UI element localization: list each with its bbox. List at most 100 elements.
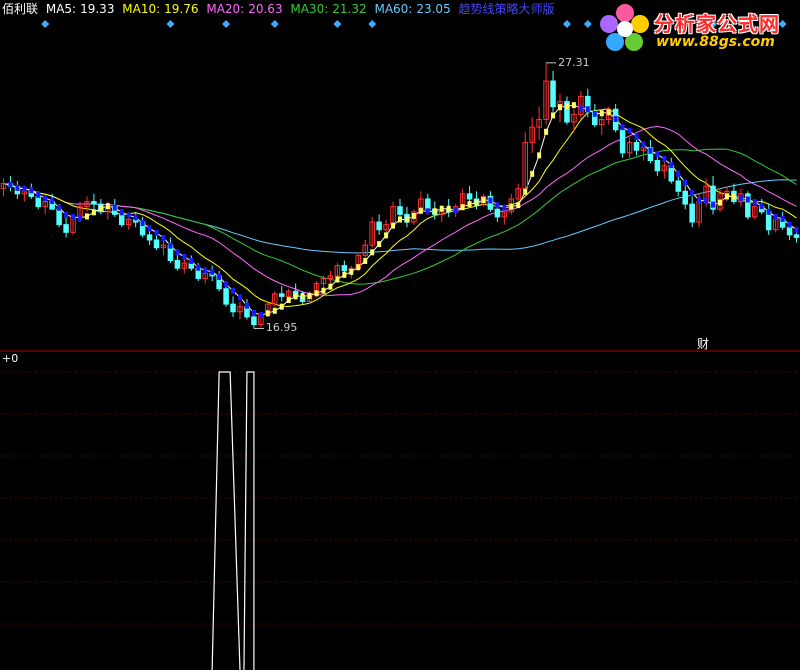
indicator-pulse-1 <box>243 371 255 670</box>
candle-body-79 <box>550 80 556 108</box>
high-price-label: 27.31 <box>558 55 590 69</box>
candle-body-97 <box>675 180 682 192</box>
candle-body-9 <box>63 224 69 233</box>
candle-body-33 <box>230 303 236 313</box>
signal-diamond-6 <box>562 20 571 28</box>
trend-block-43 <box>300 292 305 299</box>
trend-block-95 <box>662 155 667 162</box>
candle-body-49 <box>341 265 348 272</box>
trend-block-21 <box>147 225 152 232</box>
trend-block-97 <box>676 170 681 177</box>
trend-block-33 <box>231 287 236 294</box>
trend-block-27 <box>189 258 194 265</box>
trend-block-78 <box>544 128 549 135</box>
logo-url: www.88gs.com <box>656 34 775 50</box>
trend-block-108 <box>752 199 757 206</box>
trend-block-12 <box>84 213 89 220</box>
trend-block-38 <box>265 310 270 317</box>
signal-diamond-1 <box>166 20 175 28</box>
trend-block-34 <box>238 294 242 301</box>
candle-body-67 <box>466 193 473 200</box>
signal-diamond-3 <box>270 20 279 28</box>
candle-body-89 <box>619 129 626 154</box>
candle-body-17 <box>118 213 125 226</box>
ma10-value: 19.76 <box>164 2 199 16</box>
trend-block-103 <box>718 199 722 206</box>
stock-name: 佰利联 <box>2 2 39 16</box>
ma20-label: MA20: <box>206 2 245 16</box>
trend-block-29 <box>203 267 208 274</box>
trend-block-114 <box>794 226 799 233</box>
candle-body-98 <box>682 190 688 205</box>
trend-block-80 <box>558 104 562 111</box>
trend-block-36 <box>251 309 256 316</box>
signal-diamond-2 <box>222 20 231 28</box>
trend-block-102 <box>711 201 716 208</box>
candlestick-chart[interactable] <box>0 0 800 670</box>
trend-block-46 <box>321 287 326 294</box>
trend-block-24 <box>168 242 173 249</box>
indicator-pulse-0 <box>211 371 241 670</box>
trend-block-11 <box>78 214 82 221</box>
trend-block-75 <box>523 188 528 195</box>
trend-block-107 <box>745 196 750 203</box>
trend-block-111 <box>773 213 778 220</box>
candle-body-22 <box>153 239 160 249</box>
trend-block-30 <box>210 268 215 275</box>
trend-block-53 <box>370 249 375 256</box>
site-logo: 分析家公式网 www.88gs.com <box>596 0 800 58</box>
trend-block-1 <box>8 181 13 188</box>
trend-block-66 <box>460 204 465 211</box>
candle-body-99 <box>689 203 695 223</box>
trend-block-65 <box>453 207 458 214</box>
candle-body-57 <box>397 206 403 215</box>
signal-diamond-4 <box>333 20 342 28</box>
trend-block-2 <box>15 184 20 191</box>
trend-block-74 <box>516 202 521 209</box>
candle-body-61 <box>425 198 431 210</box>
trend-block-40 <box>279 303 284 310</box>
trend-block-79 <box>551 112 556 119</box>
trend-block-8 <box>57 204 62 211</box>
candle-body-5 <box>35 195 42 208</box>
candle-body-21 <box>146 234 153 241</box>
trend-block-25 <box>175 249 180 256</box>
trend-block-6 <box>43 194 48 201</box>
candle-body-8 <box>56 208 62 226</box>
trend-block-47 <box>328 283 333 290</box>
trend-block-93 <box>648 147 653 154</box>
trend-block-7 <box>50 198 55 205</box>
trend-block-69 <box>481 197 486 203</box>
trend-block-64 <box>446 205 451 212</box>
trend-block-51 <box>356 264 361 271</box>
signal-diamond-7 <box>583 20 592 28</box>
trend-block-81 <box>564 103 569 110</box>
candle-body-40 <box>278 293 285 297</box>
candle-body-13 <box>91 201 97 205</box>
trend-block-14 <box>98 205 103 212</box>
stock-chart-window: 佰利联 MA5: 19.33 MA10: 19.76 MA20: 20.63 MA30… <box>0 0 800 670</box>
candle-body-71 <box>494 208 501 218</box>
trend-block-63 <box>439 205 444 212</box>
trend-block-19 <box>133 214 138 221</box>
trend-block-110 <box>766 208 771 215</box>
ma30-label: MA30: <box>290 2 329 16</box>
trend-block-4 <box>29 187 34 194</box>
candle-body-91 <box>633 142 640 151</box>
trend-block-15 <box>105 203 110 210</box>
trend-block-83 <box>578 105 583 112</box>
candle-body-36 <box>251 316 257 326</box>
trend-block-87 <box>606 109 611 116</box>
trend-block-16 <box>112 204 117 211</box>
indicator-zero-label: +0 <box>2 352 19 365</box>
ma10-label: MA10: <box>122 2 161 16</box>
trend-block-59 <box>411 212 416 219</box>
trend-block-49 <box>342 271 347 278</box>
trend-block-68 <box>474 200 479 207</box>
trend-block-105 <box>731 193 736 200</box>
trend-block-55 <box>384 232 389 239</box>
trend-block-113 <box>787 221 792 228</box>
logo-title: 分析家公式网 <box>654 12 780 36</box>
trend-block-106 <box>738 194 743 201</box>
ma20-value: 20.63 <box>248 2 283 16</box>
